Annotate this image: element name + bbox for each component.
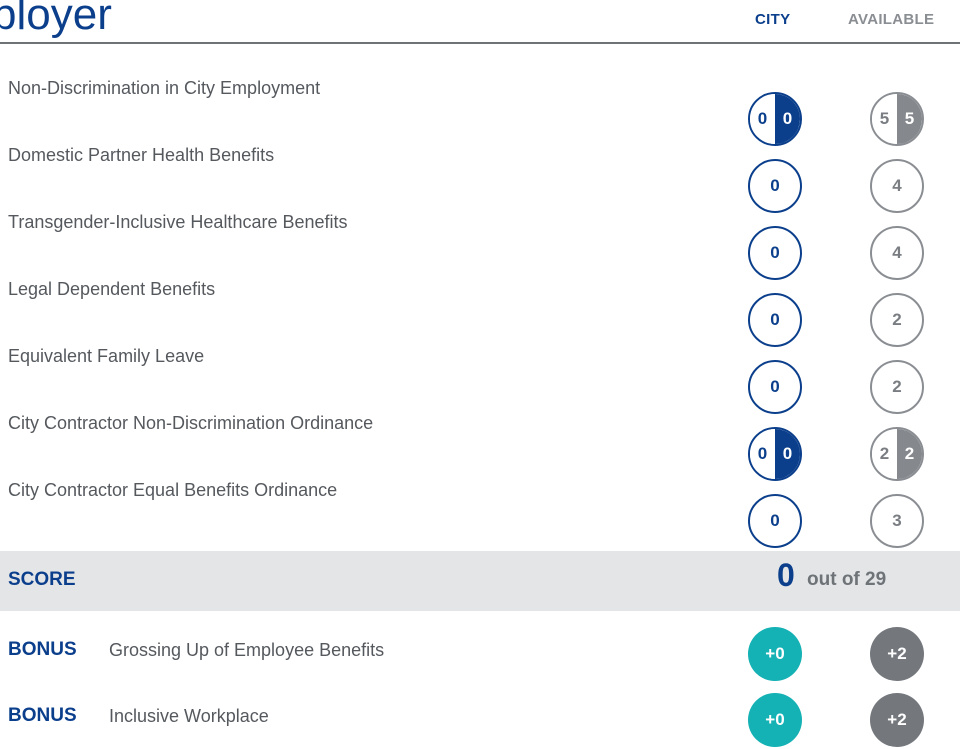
available-points-left: 2 (872, 429, 897, 479)
criteria-row: Transgender-Inclusive Healthcare Benefit… (0, 212, 960, 280)
bonus-row: BONUS Inclusive Workplace +0 +2 (0, 682, 960, 749)
city-points-left: 0 (750, 429, 775, 479)
available-points: 3 (870, 494, 924, 548)
criteria-label: Transgender-Inclusive Healthcare Benefit… (8, 212, 348, 232)
available-points: 4 (870, 226, 924, 280)
city-points: 0 (748, 494, 802, 548)
criteria-row: Legal Dependent Benefits 0 2 (0, 279, 960, 347)
city-points: 0 (748, 360, 802, 414)
bonus-row: BONUS Grossing Up of Employee Benefits +… (0, 616, 960, 684)
score-band: SCORE 0 out of 29 (0, 551, 960, 611)
available-points-left: 5 (872, 94, 897, 144)
available-points: 2 (870, 293, 924, 347)
criteria-row: City Contractor Equal Benefits Ordinance… (0, 480, 960, 548)
city-points: 0 (748, 226, 802, 280)
available-points-right: 5 (897, 94, 922, 144)
bonus-available-points: +2 (870, 693, 924, 747)
available-points: 2 (870, 360, 924, 414)
city-points-right: 0 (775, 94, 800, 144)
bonus-tag: BONUS (8, 705, 77, 726)
city-points-split: 0 0 (748, 427, 802, 481)
bonus-tag: BONUS (8, 639, 77, 660)
bonus-label: Grossing Up of Employee Benefits (109, 640, 385, 660)
bonus-label: Inclusive Workplace (109, 706, 269, 726)
available-points-split: 5 5 (870, 92, 924, 146)
city-points-left: 0 (750, 94, 775, 144)
city-points: 0 (748, 293, 802, 347)
bonus-available-points: +2 (870, 627, 924, 681)
available-points-right: 2 (897, 429, 922, 479)
available-points: 4 (870, 159, 924, 213)
criteria-row: Non-Discrimination in City Employment 0 … (0, 78, 960, 146)
criteria-label: Non-Discrimination in City Employment (8, 78, 321, 98)
column-header-available: AVAILABLE (848, 11, 935, 28)
score-value: 0 (777, 557, 795, 593)
criteria-label: City Contractor Non-Discrimination Ordin… (8, 413, 374, 433)
score-label: SCORE (8, 569, 76, 590)
available-points-split: 2 2 (870, 427, 924, 481)
bonus-city-points: +0 (748, 627, 802, 681)
section-title: ployer (0, 0, 112, 39)
criteria-row: Equivalent Family Leave 0 2 (0, 346, 960, 414)
criteria-row: Domestic Partner Health Benefits 0 4 (0, 145, 960, 213)
criteria-label: City Contractor Equal Benefits Ordinance (8, 480, 338, 500)
bonus-city-points: +0 (748, 693, 802, 747)
city-points: 0 (748, 159, 802, 213)
criteria-label: Legal Dependent Benefits (8, 279, 216, 299)
city-points-split: 0 0 (748, 92, 802, 146)
scorecard-header: ployer CITY AVAILABLE (0, 0, 960, 44)
criteria-label: Domestic Partner Health Benefits (8, 145, 275, 165)
criteria-label: Equivalent Family Leave (8, 346, 205, 366)
score-out-of: out of 29 (807, 569, 887, 590)
column-header-city: CITY (755, 11, 791, 28)
city-points-right: 0 (775, 429, 800, 479)
criteria-row: City Contractor Non-Discrimination Ordin… (0, 413, 960, 481)
